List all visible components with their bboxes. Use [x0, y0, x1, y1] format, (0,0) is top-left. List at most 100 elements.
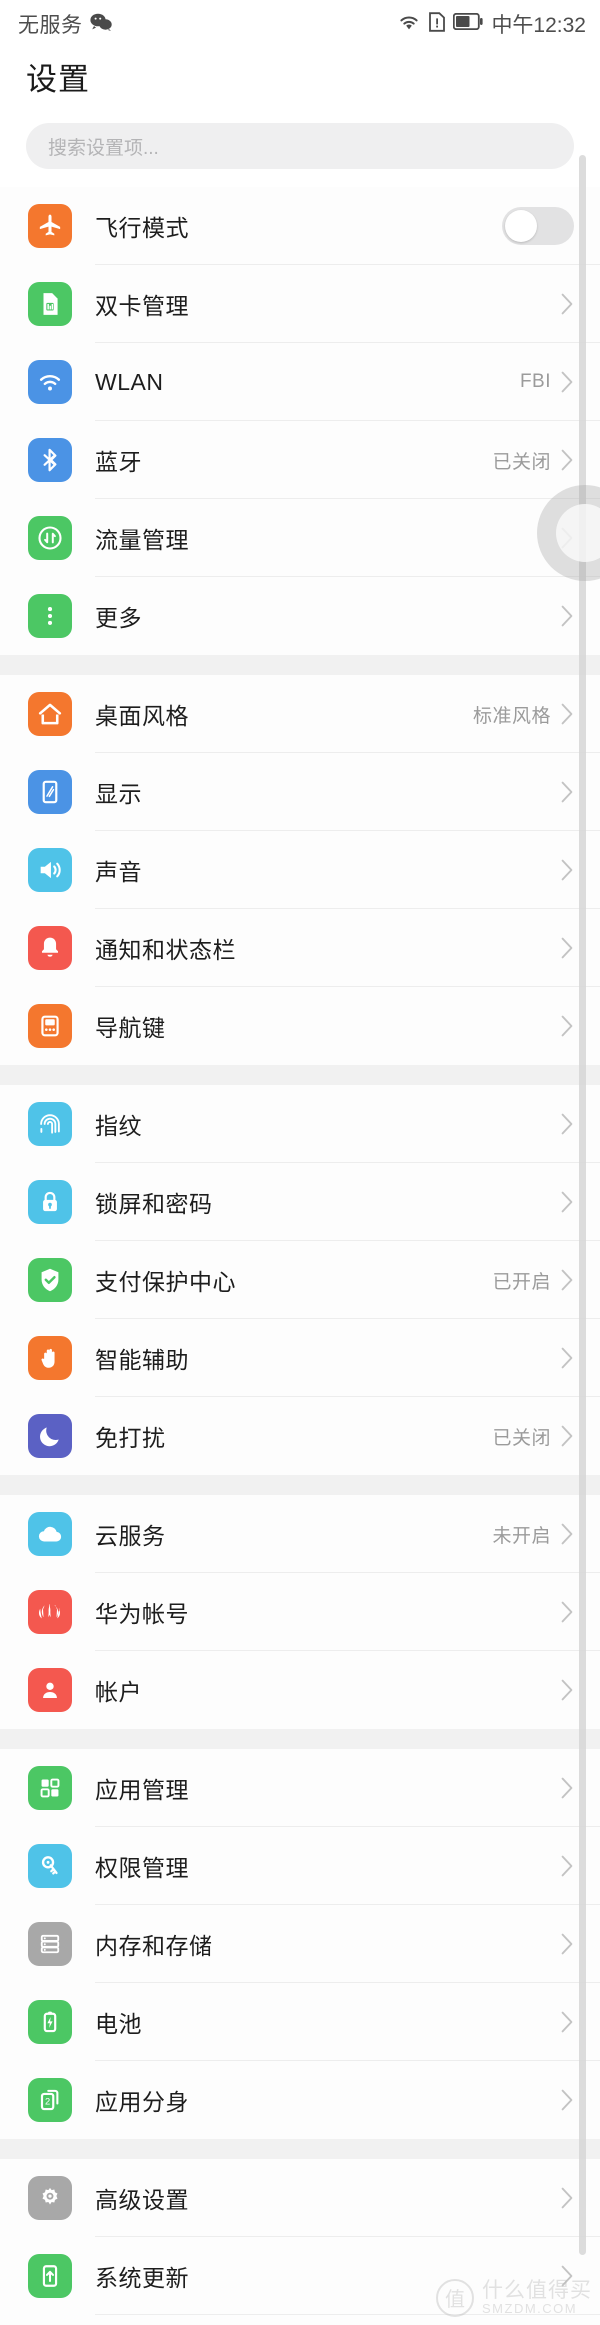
settings-row[interactable]: 显示	[0, 753, 600, 831]
settings-row-label: 智能辅助	[95, 1347, 189, 1373]
settings-row-label: 系统更新	[95, 2265, 189, 2291]
settings-row[interactable]: 2 应用分身	[0, 2061, 600, 2139]
status-bar: 无服务 中午12:32	[0, 0, 600, 48]
settings-list[interactable]: 飞行模式双卡管理 WLAN FBI 蓝牙 已关闭流量管理更多桌面风格 标准风格显示声音通知…	[0, 187, 600, 2325]
settings-row-value: 已关闭	[492, 451, 551, 473]
hand-icon	[28, 1336, 72, 1380]
settings-row-label: 权限管理	[95, 1855, 189, 1881]
home-style-icon	[28, 692, 72, 736]
chevron-right-icon	[561, 2011, 574, 2033]
settings-row-label: 声音	[95, 859, 142, 885]
settings-row-label: 锁屏和密码	[95, 1191, 213, 1217]
settings-row[interactable]: 应用管理	[0, 1749, 600, 1827]
settings-row[interactable]: 导航键	[0, 987, 600, 1065]
huawei-logo-icon	[28, 1590, 72, 1634]
settings-row-label: 应用管理	[95, 1777, 189, 1803]
search-input[interactable]: 搜索设置项...	[26, 123, 574, 169]
settings-row-label: WLAN	[95, 368, 164, 395]
display-icon	[28, 770, 72, 814]
chevron-right-icon	[561, 2089, 574, 2111]
battery-icon	[453, 12, 484, 35]
data-usage-icon	[28, 516, 72, 560]
settings-row[interactable]: WLAN FBI	[0, 343, 600, 421]
storage-icon	[28, 1922, 72, 1966]
settings-row-label: 桌面风格	[95, 703, 189, 729]
watermark-text: 什么值得买 SMZDM.COM	[482, 2279, 592, 2317]
chevron-right-icon	[561, 781, 574, 803]
settings-row[interactable]: 帐户	[0, 1651, 600, 1729]
page-title: 设置	[26, 62, 90, 97]
chevron-right-icon	[561, 527, 574, 549]
settings-group: 应用管理权限管理内存和存储电池 2 应用分身	[0, 1749, 600, 2139]
settings-screen: 无服务 中午12:32 设置 搜索设置项... 飞行模式 双卡管理 WLAN F…	[0, 0, 600, 2325]
wifi-icon	[28, 360, 72, 404]
settings-row[interactable]: 华为帐号	[0, 1573, 600, 1651]
settings-row-label: 流量管理	[95, 527, 189, 553]
settings-row[interactable]: 电池	[0, 1983, 600, 2061]
settings-row-label: 华为帐号	[95, 1601, 189, 1627]
settings-row-value: 已开启	[492, 1271, 551, 1293]
settings-row-label: 帐户	[95, 1679, 142, 1705]
settings-row-label: 显示	[95, 781, 142, 807]
airplane-icon	[28, 204, 72, 248]
airplane-mode-toggle[interactable]	[502, 207, 574, 245]
settings-group: 桌面风格 标准风格显示声音通知和状态栏 导航键	[0, 675, 600, 1065]
sound-icon	[28, 848, 72, 892]
settings-row[interactable]: 声音	[0, 831, 600, 909]
watermark-logo-icon: 值	[436, 2278, 474, 2317]
gear-icon	[28, 2176, 72, 2220]
chevron-right-icon	[561, 1269, 574, 1291]
chevron-right-icon	[561, 1015, 574, 1037]
settings-row[interactable]: 通知和状态栏	[0, 909, 600, 987]
watermark: 值 什么值得买 SMZDM.COM	[436, 2279, 592, 2317]
search-area: 搜索设置项...	[0, 115, 600, 187]
settings-row[interactable]: 内存和存储	[0, 1905, 600, 1983]
settings-row-label: 飞行模式	[95, 215, 189, 241]
settings-row[interactable]: 权限管理	[0, 1827, 600, 1905]
settings-row-value: FBI	[519, 371, 551, 392]
settings-row[interactable]: 流量管理	[0, 499, 600, 577]
settings-row-value: 未开启	[492, 1525, 551, 1547]
settings-group: 指纹锁屏和密码支付保护中心 已开启智能辅助免打扰 已关闭	[0, 1085, 600, 1475]
settings-row-label: 蓝牙	[95, 449, 142, 475]
settings-row[interactable]: 指纹	[0, 1085, 600, 1163]
settings-row[interactable]: 双卡管理	[0, 265, 600, 343]
wechat-icon	[89, 13, 112, 36]
group-separator	[0, 1729, 600, 1749]
settings-row[interactable]: 桌面风格 标准风格	[0, 675, 600, 753]
chevron-right-icon	[561, 859, 574, 881]
settings-row-value: 标准风格	[472, 705, 551, 727]
settings-row-label: 高级设置	[95, 2187, 189, 2213]
settings-row[interactable]: 蓝牙 已关闭	[0, 421, 600, 499]
settings-group: 云服务 未开启华为帐号帐户	[0, 1495, 600, 1729]
settings-row-label: 电池	[95, 2011, 142, 2037]
settings-row-label: 云服务	[95, 1523, 166, 1549]
chevron-right-icon	[561, 1425, 574, 1447]
carrier-label: 无服务	[18, 14, 83, 37]
settings-row[interactable]: 飞行模式	[0, 187, 600, 265]
settings-row[interactable]: 支付保护中心 已开启	[0, 1241, 600, 1319]
settings-row[interactable]: 云服务 未开启	[0, 1495, 600, 1573]
group-separator	[0, 1065, 600, 1085]
watermark-sub: SMZDM.COM	[482, 2301, 578, 2317]
settings-row[interactable]: 锁屏和密码	[0, 1163, 600, 1241]
chevron-right-icon	[561, 1679, 574, 1701]
status-bar-right: 中午12:32	[397, 9, 586, 39]
settings-row-label: 更多	[95, 605, 142, 631]
title-bar: 设置	[0, 48, 600, 115]
chevron-right-icon	[561, 1523, 574, 1545]
cloud-icon	[28, 1512, 72, 1556]
chevron-right-icon	[561, 1777, 574, 1799]
system-update-icon	[28, 2254, 72, 2298]
apps-grid-icon	[28, 1766, 72, 1810]
vertical-scrollbar[interactable]	[579, 155, 586, 2255]
settings-row[interactable]: 免打扰 已关闭	[0, 1397, 600, 1475]
settings-row-label: 内存和存储	[95, 1933, 213, 1959]
shield-check-icon	[28, 1258, 72, 1302]
settings-row[interactable]: 高级设置	[0, 2159, 600, 2237]
fingerprint-icon	[28, 1102, 72, 1146]
settings-row[interactable]: 智能辅助	[0, 1319, 600, 1397]
key-icon	[28, 1844, 72, 1888]
settings-row[interactable]: 更多	[0, 577, 600, 655]
account-icon	[28, 1668, 72, 1712]
